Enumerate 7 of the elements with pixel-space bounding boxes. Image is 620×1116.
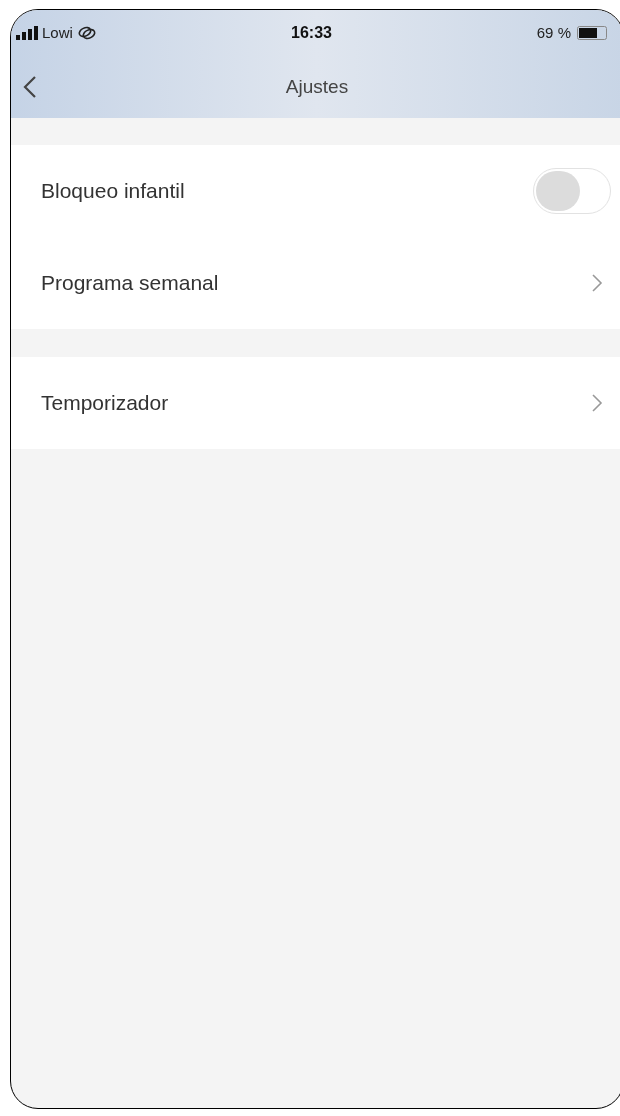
screen-title: Ajustes xyxy=(285,74,349,99)
setting-label: Programa semanal xyxy=(41,270,219,297)
setting-label: Bloqueo infantil xyxy=(41,178,185,205)
battery-percent: 69 % xyxy=(536,22,571,43)
setting-label: Temporizador xyxy=(41,390,169,417)
carrier-name: Lowi xyxy=(42,22,73,43)
clock-time: 16:33 xyxy=(291,23,332,43)
